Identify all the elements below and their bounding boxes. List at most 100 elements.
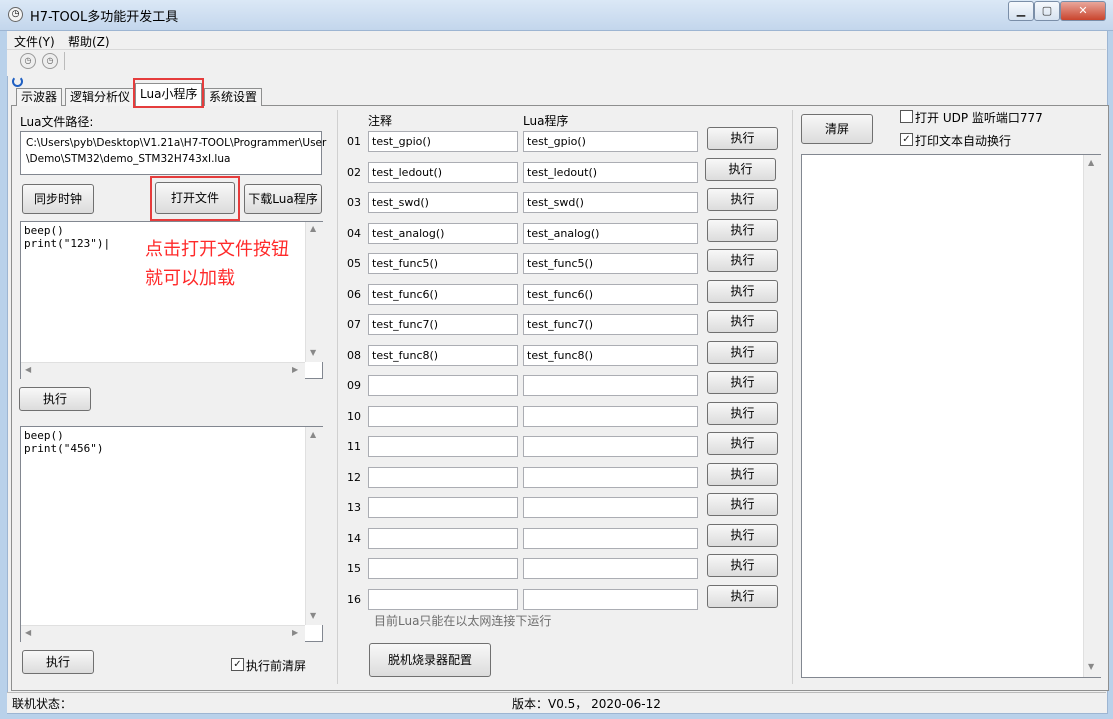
- scroll-up-icon[interactable]: ▲: [1088, 158, 1094, 167]
- close-button[interactable]: ✕: [1060, 1, 1106, 21]
- menu-file[interactable]: 文件(Y): [14, 33, 55, 50]
- comment-field[interactable]: test_func5(): [368, 253, 518, 274]
- scroll-down-icon[interactable]: ▼: [310, 611, 316, 620]
- row-execute-button[interactable]: 执行: [707, 310, 778, 333]
- clock-icon[interactable]: ◷: [20, 53, 36, 69]
- row-execute-button[interactable]: 执行: [707, 127, 778, 150]
- annotation-text-1: 点击打开文件按钮: [145, 239, 289, 260]
- program-field[interactable]: [523, 497, 698, 518]
- editor-2-hscrollbar[interactable]: [21, 625, 305, 642]
- tab-logic-analyzer[interactable]: 逻辑分析仪: [65, 88, 136, 106]
- comment-field[interactable]: [368, 406, 518, 427]
- comment-field[interactable]: test_analog(): [368, 223, 518, 244]
- sync-clock-button[interactable]: 同步时钟: [22, 184, 94, 214]
- row-execute-button[interactable]: 执行: [707, 219, 778, 242]
- scroll-right-icon[interactable]: ▶: [292, 628, 298, 637]
- minimize-button[interactable]: ▁: [1008, 1, 1034, 21]
- auto-wrap-checkbox[interactable]: ✓: [900, 133, 913, 146]
- program-field[interactable]: [523, 528, 698, 549]
- panel-divider: [792, 110, 793, 684]
- program-field[interactable]: [523, 558, 698, 579]
- row-execute-button[interactable]: 执行: [707, 249, 778, 272]
- row-execute-button[interactable]: 执行: [707, 280, 778, 303]
- program-field[interactable]: test_gpio(): [523, 131, 698, 152]
- scroll-down-icon[interactable]: ▼: [310, 348, 316, 357]
- program-field[interactable]: test_func8(): [523, 345, 698, 366]
- row-number: 05: [347, 257, 361, 270]
- program-field[interactable]: test_ledout(): [523, 162, 698, 183]
- download-lua-button[interactable]: 下载Lua程序: [244, 184, 322, 214]
- row-execute-button[interactable]: 执行: [707, 341, 778, 364]
- scroll-left-icon[interactable]: ◀: [25, 365, 31, 374]
- panel-divider: [337, 110, 338, 684]
- comment-field[interactable]: test_func7(): [368, 314, 518, 335]
- row-number: 16: [347, 593, 361, 606]
- program-field[interactable]: [523, 406, 698, 427]
- execute-button-2[interactable]: 执行: [22, 650, 94, 674]
- tab-oscilloscope[interactable]: 示波器: [16, 88, 63, 106]
- row-execute-button[interactable]: 执行: [707, 402, 778, 425]
- row-execute-button[interactable]: 执行: [707, 493, 778, 516]
- program-field[interactable]: test_swd(): [523, 192, 698, 213]
- clear-screen-button[interactable]: 清屏: [801, 114, 873, 144]
- program-field[interactable]: [523, 375, 698, 396]
- editor-2-vscrollbar[interactable]: [305, 427, 323, 625]
- program-field[interactable]: test_analog(): [523, 223, 698, 244]
- program-field[interactable]: [523, 589, 698, 610]
- program-field[interactable]: [523, 467, 698, 488]
- editor-1-vscrollbar[interactable]: [305, 222, 323, 362]
- code-editor-2[interactable]: [20, 426, 323, 642]
- clock-icon[interactable]: ◷: [42, 53, 58, 69]
- output-console[interactable]: [801, 154, 1101, 678]
- udp-listen-checkbox[interactable]: [900, 110, 913, 123]
- comment-field[interactable]: [368, 497, 518, 518]
- comment-field[interactable]: test_func6(): [368, 284, 518, 305]
- window-title: H7-TOOL多功能开发工具: [30, 10, 179, 25]
- scroll-up-icon[interactable]: ▲: [310, 224, 316, 233]
- program-field[interactable]: test_func6(): [523, 284, 698, 305]
- toolbar: [7, 49, 1106, 76]
- udp-listen-label: 打开 UDP 监听端口777: [915, 111, 1043, 125]
- row-execute-button[interactable]: 执行: [707, 188, 778, 211]
- maximize-button[interactable]: ▢: [1034, 1, 1060, 21]
- execute-button-1[interactable]: 执行: [19, 387, 91, 411]
- clear-before-exec-checkbox[interactable]: ✓: [231, 658, 244, 671]
- editor-1-hscrollbar[interactable]: [21, 362, 305, 379]
- program-field[interactable]: test_func7(): [523, 314, 698, 335]
- scroll-left-icon[interactable]: ◀: [25, 628, 31, 637]
- scroll-down-icon[interactable]: ▼: [1088, 662, 1094, 671]
- row-number: 08: [347, 349, 361, 362]
- scroll-up-icon[interactable]: ▲: [310, 430, 316, 439]
- comment-field[interactable]: [368, 467, 518, 488]
- comment-field[interactable]: [368, 436, 518, 457]
- row-execute-button[interactable]: 执行: [705, 158, 776, 181]
- comment-field[interactable]: test_func8(): [368, 345, 518, 366]
- comment-field[interactable]: [368, 528, 518, 549]
- row-number: 01: [347, 135, 361, 148]
- tab-system-settings[interactable]: 系统设置: [204, 88, 263, 106]
- row-execute-button[interactable]: 执行: [707, 554, 778, 577]
- row-execute-button[interactable]: 执行: [707, 524, 778, 547]
- auto-wrap-label: 打印文本自动换行: [915, 134, 1012, 148]
- comment-field[interactable]: [368, 558, 518, 579]
- row-execute-button[interactable]: 执行: [707, 371, 778, 394]
- comment-field[interactable]: [368, 375, 518, 396]
- scroll-right-icon[interactable]: ▶: [292, 365, 298, 374]
- row-execute-button[interactable]: 执行: [707, 585, 778, 608]
- row-number: 13: [347, 501, 361, 514]
- comment-field[interactable]: test_swd(): [368, 192, 518, 213]
- comment-field[interactable]: test_ledout(): [368, 162, 518, 183]
- tab-highlight-box: [133, 78, 204, 108]
- console-vscrollbar[interactable]: [1083, 155, 1101, 677]
- comment-field[interactable]: [368, 589, 518, 610]
- row-execute-button[interactable]: 执行: [707, 432, 778, 455]
- offline-programmer-config-button[interactable]: 脱机烧录器配置: [369, 643, 491, 677]
- program-field[interactable]: [523, 436, 698, 457]
- row-execute-button[interactable]: 执行: [707, 463, 778, 486]
- code-editor-1-text: beep() print("123")|: [24, 224, 111, 250]
- menu-help[interactable]: 帮助(Z): [68, 33, 110, 50]
- clock-icon: ◷: [8, 7, 23, 22]
- program-field[interactable]: test_func5(): [523, 253, 698, 274]
- comment-field[interactable]: test_gpio(): [368, 131, 518, 152]
- row-number: 10: [347, 410, 361, 423]
